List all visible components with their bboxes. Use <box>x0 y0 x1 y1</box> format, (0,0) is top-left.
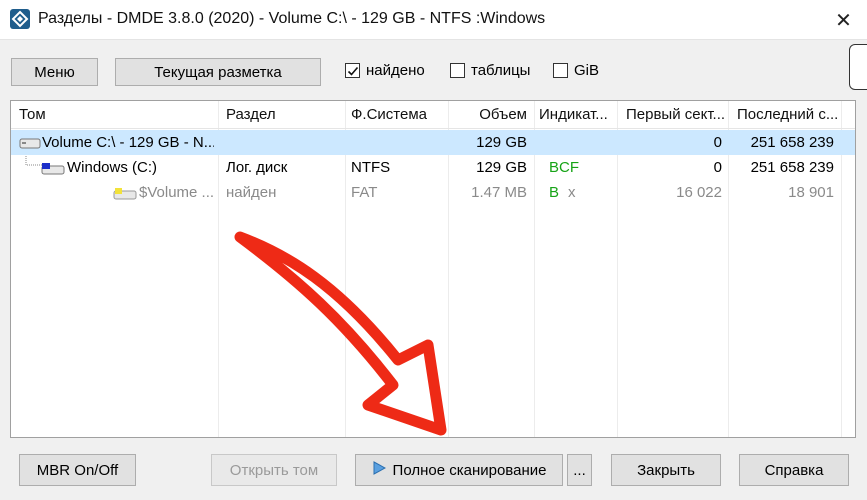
found-checkbox-box[interactable] <box>345 62 360 78</box>
play-icon <box>372 461 386 479</box>
row-volume: $Volume ... <box>139 184 215 201</box>
found-checkbox[interactable]: найдено <box>345 60 425 80</box>
found-volume-icon <box>113 180 137 205</box>
side-panel-edge <box>849 44 867 90</box>
close-window-button[interactable]: ✕ <box>820 0 867 40</box>
row-last-sector: 251 658 239 <box>750 159 834 176</box>
row-last-sector: 251 658 239 <box>750 134 834 151</box>
column-header-filesystem[interactable]: Ф.Система <box>351 101 443 129</box>
row-size: 129 GB <box>476 134 527 151</box>
row-filesystem: NTFS <box>351 159 391 176</box>
gib-checkbox-box[interactable] <box>553 62 568 78</box>
row-indicator-extra: x <box>568 184 576 201</box>
current-layout-button[interactable]: Текущая разметка <box>115 58 321 86</box>
column-header-last-sector[interactable]: Последний с... <box>737 101 841 129</box>
row-volume: Windows (C:) <box>67 159 158 176</box>
row-partition: найден <box>226 184 277 201</box>
status-strip <box>0 494 867 500</box>
gib-checkbox[interactable]: GiB <box>553 60 599 80</box>
full-scan-button[interactable]: Полное сканирование <box>355 454 563 486</box>
table-row[interactable]: Volume C:\ - 129 GB - N... 129 GB 0 251 … <box>11 130 855 155</box>
tables-checkbox-label: таблицы <box>471 61 531 79</box>
dmde-app-icon <box>10 9 30 29</box>
mbr-toggle-label: MBR On/Off <box>36 461 119 479</box>
column-header-first-sector[interactable]: Первый сект... <box>626 101 726 129</box>
help-label: Справка <box>764 461 824 479</box>
row-first-sector: 0 <box>713 134 722 151</box>
table-row[interactable]: $Volume ... найден FAT 1.47 MB B x 16 02… <box>11 180 855 205</box>
open-volume-button[interactable]: Открыть том <box>211 454 337 486</box>
close-icon: ✕ <box>835 9 852 32</box>
current-layout-label: Текущая разметка <box>154 63 282 81</box>
gib-checkbox-label: GiB <box>574 61 600 79</box>
red-arrow-annotation <box>234 231 447 436</box>
found-checkbox-label: найдено <box>366 61 425 79</box>
help-button[interactable]: Справка <box>739 454 849 486</box>
row-partition: Лог. диск <box>226 159 288 176</box>
full-scan-label: Полное сканирование <box>392 461 547 479</box>
tables-checkbox[interactable]: таблицы <box>450 60 530 80</box>
column-header-volume[interactable]: Том <box>19 101 209 129</box>
column-header-size[interactable]: Объем <box>452 101 527 129</box>
open-volume-label: Открыть том <box>229 461 319 479</box>
row-first-sector: 0 <box>713 159 722 176</box>
disk-icon <box>19 130 41 155</box>
row-filesystem: FAT <box>351 184 378 201</box>
row-last-sector: 18 901 <box>788 184 834 201</box>
close-dialog-label: Закрыть <box>637 461 695 479</box>
close-dialog-button[interactable]: Закрыть <box>611 454 721 486</box>
row-indicator: BCF <box>549 159 579 176</box>
column-header-indicator[interactable]: Индикат... <box>539 101 615 129</box>
title-bar: Разделы - DMDE 3.8.0 (2020) - Volume C:\… <box>0 0 867 40</box>
more-options-button[interactable]: ... <box>567 454 592 486</box>
row-volume: Volume C:\ - 129 GB - N... <box>42 134 214 151</box>
more-options-label: ... <box>573 461 586 479</box>
menu-button[interactable]: Меню <box>11 58 98 86</box>
menu-button-label: Меню <box>34 63 75 81</box>
row-indicator: B <box>549 184 560 201</box>
table-header: Том Раздел Ф.Система Объем Индикат... Пе… <box>11 101 855 129</box>
column-header-partition[interactable]: Раздел <box>226 101 341 129</box>
row-size: 1.47 MB <box>471 184 527 201</box>
window-title: Разделы - DMDE 3.8.0 (2020) - Volume C:\… <box>38 10 546 27</box>
row-first-sector: 16 022 <box>676 184 722 201</box>
table-row[interactable]: Windows (C:) Лог. диск NTFS 129 GB BCF 0… <box>11 155 855 180</box>
checkmark-icon <box>347 66 359 76</box>
tables-checkbox-box[interactable] <box>450 62 465 78</box>
partition-icon <box>41 155 65 180</box>
mbr-toggle-button[interactable]: MBR On/Off <box>19 454 136 486</box>
row-size: 129 GB <box>476 159 527 176</box>
